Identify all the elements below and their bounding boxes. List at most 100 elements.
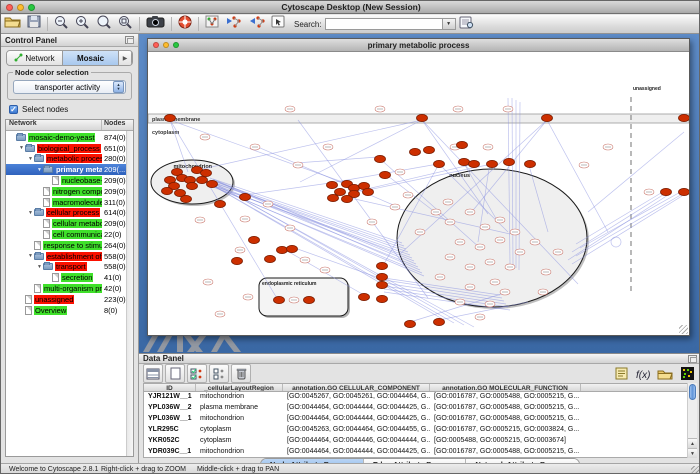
edge[interactable] bbox=[572, 196, 682, 264]
tree-row[interactable]: multi-organism pro42(0) bbox=[6, 283, 133, 294]
import-attributes-button[interactable] bbox=[655, 364, 675, 383]
column-header[interactable]: annotation.GO MOLECULAR_FUNCTION bbox=[430, 384, 581, 391]
tree-row[interactable]: cell communicat22(0) bbox=[6, 229, 133, 240]
edge[interactable] bbox=[572, 193, 666, 252]
tab-mosaic[interactable]: Mosaic bbox=[63, 51, 119, 65]
node-selected-red[interactable] bbox=[434, 160, 445, 167]
tabs-overflow-arrow-icon[interactable]: ▶ bbox=[119, 51, 132, 65]
node-selected-red[interactable] bbox=[487, 160, 498, 167]
node-selected-red[interactable] bbox=[542, 114, 553, 121]
tree-row[interactable]: nucleobase-209(0) bbox=[6, 175, 133, 186]
tree-header-nodes[interactable]: Nodes bbox=[102, 120, 133, 130]
node-selected-red[interactable] bbox=[410, 148, 421, 155]
node-selected-red[interactable] bbox=[459, 158, 470, 165]
column-header[interactable] bbox=[581, 384, 696, 391]
scroll-down-icon[interactable]: ▼ bbox=[688, 448, 697, 458]
node-selected-red[interactable] bbox=[232, 257, 243, 264]
tree-row[interactable]: Overview8(0) bbox=[6, 305, 133, 316]
tree-row[interactable]: secretion41(0) bbox=[6, 272, 133, 283]
tree-expand-arrow-icon[interactable]: ▼ bbox=[36, 264, 43, 270]
node-selected-red[interactable] bbox=[434, 318, 445, 325]
node-selected-red[interactable] bbox=[162, 187, 173, 194]
zoom-out-button[interactable] bbox=[51, 16, 72, 33]
network-resize-grip-icon[interactable] bbox=[679, 325, 688, 334]
graphics-details-button[interactable] bbox=[202, 16, 222, 33]
scroll-up-icon[interactable]: ▲ bbox=[688, 438, 697, 448]
node-selected-red[interactable] bbox=[380, 171, 391, 178]
node-selected-red[interactable] bbox=[679, 188, 690, 195]
tree-row[interactable]: response to stimulu264(0) bbox=[6, 240, 133, 251]
edge[interactable] bbox=[198, 120, 422, 170]
tree-row[interactable]: mosaic-demo-yeast874(0) bbox=[6, 132, 133, 143]
node-selected-red[interactable] bbox=[304, 296, 315, 303]
node-selected-red[interactable] bbox=[187, 182, 198, 189]
column-header[interactable]: ID bbox=[144, 384, 196, 391]
tree-row[interactable]: ▼biological_process651(0) bbox=[6, 143, 133, 154]
tree-row[interactable]: ▼primary metabo209(... bbox=[6, 164, 133, 175]
table-row[interactable]: YJR121W__1mitochondrion[GO:0045267, GO:0… bbox=[144, 392, 696, 403]
delete-attribute-button[interactable] bbox=[231, 364, 251, 383]
node-selected-red[interactable] bbox=[679, 114, 690, 121]
annotation-button[interactable] bbox=[268, 16, 288, 33]
tree-expand-arrow-icon[interactable]: ▼ bbox=[27, 253, 34, 259]
table-scrollbar[interactable]: ▲ ▼ bbox=[687, 383, 697, 458]
node-selected-red[interactable] bbox=[197, 176, 208, 183]
edge[interactable] bbox=[580, 190, 684, 248]
tree-row[interactable]: unassigned223(0) bbox=[6, 294, 133, 305]
node-selected-red[interactable] bbox=[328, 194, 339, 201]
node-selected-red[interactable] bbox=[287, 245, 298, 252]
tab-network[interactable]: Network bbox=[7, 51, 63, 65]
node-selected-red[interactable] bbox=[661, 188, 672, 195]
tree-expand-arrow-icon[interactable]: ▼ bbox=[36, 167, 43, 173]
column-header[interactable]: _cellularLayoutRegion bbox=[196, 384, 283, 391]
tree-expand-arrow-icon[interactable]: ▼ bbox=[18, 145, 25, 151]
tree-expand-arrow-icon[interactable]: ▼ bbox=[27, 210, 34, 216]
attribute-list-button[interactable] bbox=[209, 364, 229, 383]
open-file-button[interactable] bbox=[1, 16, 24, 33]
node-selected-red[interactable] bbox=[457, 141, 468, 148]
select-attributes-button[interactable] bbox=[143, 364, 163, 383]
tree-expand-arrow-icon[interactable]: ▼ bbox=[27, 156, 34, 162]
node-selected-red[interactable] bbox=[249, 236, 260, 243]
notes-button[interactable] bbox=[611, 364, 631, 383]
zoom-in-button[interactable] bbox=[72, 16, 93, 33]
main-title-bar[interactable]: Cytoscape Desktop (New Session) bbox=[1, 1, 700, 14]
matrix-view-button[interactable] bbox=[677, 364, 697, 383]
data-panel-float-icon[interactable] bbox=[688, 355, 697, 363]
edge[interactable] bbox=[244, 183, 330, 195]
node-selected-red[interactable] bbox=[377, 262, 388, 269]
float-panel-icon[interactable] bbox=[125, 36, 134, 44]
node-selected-red[interactable] bbox=[417, 114, 428, 121]
node-selected-red[interactable] bbox=[335, 188, 346, 195]
self-loop-edge[interactable] bbox=[611, 237, 621, 247]
save-session-button[interactable] bbox=[24, 16, 44, 33]
node-selected-red[interactable] bbox=[359, 293, 370, 300]
node-selected-red[interactable] bbox=[265, 255, 276, 262]
node-selected-red[interactable] bbox=[165, 114, 176, 121]
node-selected-red[interactable] bbox=[327, 181, 338, 188]
column-header[interactable]: annotation.GO CELLULAR_COMPONENT bbox=[283, 384, 430, 391]
tree-row[interactable]: ▼metabolic process280(0) bbox=[6, 154, 133, 165]
network-canvas[interactable]: plasma membranecytoplasmmitochondrionnuc… bbox=[148, 52, 689, 335]
node-selected-red[interactable] bbox=[274, 296, 285, 303]
help-button[interactable] bbox=[175, 16, 195, 33]
tree-header-network[interactable]: Network bbox=[6, 120, 102, 130]
select-first-neighbors-button[interactable] bbox=[222, 16, 245, 33]
tree-row[interactable]: ▼cellular process614(0) bbox=[6, 208, 133, 219]
table-row[interactable]: YPL036W__2plasma membrane[GO:0044464, GO… bbox=[144, 403, 696, 414]
node-selected-red[interactable] bbox=[377, 295, 388, 302]
tree-row[interactable]: ▼transport558(0) bbox=[6, 262, 133, 273]
snapshot-button[interactable] bbox=[143, 16, 168, 33]
network-merge-button[interactable] bbox=[245, 16, 268, 33]
search-options-button[interactable] bbox=[456, 16, 477, 33]
formula-builder-button[interactable]: f(x) bbox=[633, 364, 653, 383]
node-selected-red[interactable] bbox=[342, 195, 353, 202]
node-selected-red[interactable] bbox=[377, 281, 388, 288]
scrollbar-thumb[interactable] bbox=[689, 384, 696, 400]
node-color-dropdown[interactable]: transporter activity ▲▼ bbox=[13, 80, 126, 94]
search-dropdown-arrow-icon[interactable]: ▼ bbox=[443, 18, 456, 30]
node-selected-red[interactable] bbox=[240, 193, 251, 200]
table-row[interactable]: YDR039C__1mitochondrion[GO:0044464, GO:0… bbox=[144, 447, 696, 458]
tree-row[interactable]: nitrogen compo209(0) bbox=[6, 186, 133, 197]
window-resize-grip-icon[interactable] bbox=[691, 466, 700, 474]
